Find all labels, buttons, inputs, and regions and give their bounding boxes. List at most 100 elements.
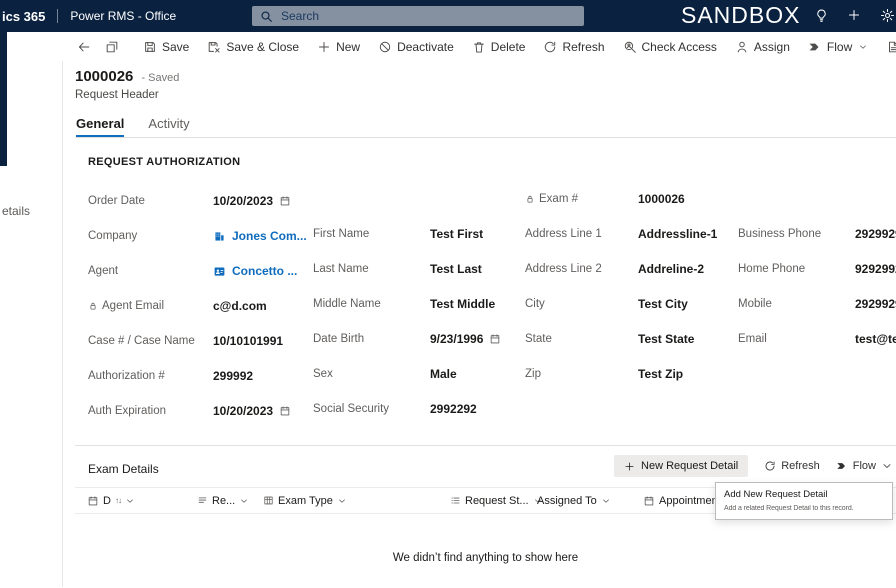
field-label: Company xyxy=(88,229,213,242)
field-value-authorization[interactable]: 299992 xyxy=(213,369,253,383)
field-value-last-name[interactable]: Test Last xyxy=(430,262,482,276)
field-value-first-name[interactable]: Test First xyxy=(430,227,483,241)
command-save-close[interactable]: Save & Close xyxy=(198,32,308,61)
field-city: City Test City xyxy=(525,297,740,332)
calendar-icon[interactable] xyxy=(279,195,291,207)
command-word-templates[interactable]: Word Templates xyxy=(877,32,896,61)
field-value-address-line-2[interactable]: Addreline-2 xyxy=(638,262,704,276)
command-delete[interactable]: Delete xyxy=(463,32,535,61)
field-value-case-case-name[interactable]: 10/10101991 xyxy=(213,334,283,348)
field-value-zip[interactable]: Test Zip xyxy=(638,367,683,381)
field-label: Order Date xyxy=(88,194,213,207)
field-value-text: Test First xyxy=(430,227,484,241)
field-value-address-line-1[interactable]: Addressline-1 xyxy=(638,227,717,241)
form-column-2: First Name Test First Last Name Test Last Mi… xyxy=(313,227,525,437)
check-access-icon xyxy=(623,40,637,54)
field-value-text: 29299299 xyxy=(855,297,896,311)
chevron-down-icon xyxy=(881,460,893,472)
tab-activity-label: Activity xyxy=(148,116,190,131)
calendar-icon xyxy=(643,495,655,507)
nav-collapsed-strip xyxy=(0,32,7,166)
field-value-date-birth[interactable]: 9/23/1996 xyxy=(430,332,501,346)
search-icon xyxy=(260,10,273,23)
textlines-icon xyxy=(197,495,208,506)
record-entity-name: Request Header xyxy=(75,89,159,101)
field-label-text: Order Date xyxy=(88,195,145,207)
command-new[interactable]: New xyxy=(308,32,369,61)
new-request-detail-tooltip: Add New Request Detail Add a related Req… xyxy=(715,482,893,520)
tab-general-label: General xyxy=(76,116,125,131)
app-brand[interactable]: ics 365 xyxy=(0,9,45,24)
contact-icon xyxy=(213,265,226,278)
field-label-text: Case # / Case Name xyxy=(88,335,195,347)
flow-icon xyxy=(836,460,848,472)
plus-icon xyxy=(624,461,635,472)
refresh-icon xyxy=(543,40,557,54)
lightbulb-icon[interactable] xyxy=(814,8,829,23)
chevron-icon xyxy=(601,496,611,506)
record-save-status: - Saved xyxy=(141,72,180,84)
app-area-name[interactable]: Power RMS - Office xyxy=(70,9,176,23)
field-value-agent-email[interactable]: c@d.com xyxy=(213,299,267,313)
field-value-auth-expiration[interactable]: 10/20/2023 xyxy=(213,404,291,418)
tooltip-description: Add a related Request Detail to this rec… xyxy=(724,505,854,512)
subgrid-refresh-button[interactable]: Refresh xyxy=(764,460,820,472)
global-search[interactable] xyxy=(252,6,584,26)
plus-icon xyxy=(317,40,331,54)
column-header-re[interactable]: Re... xyxy=(197,488,249,513)
refresh-icon xyxy=(764,460,776,472)
field-value-state[interactable]: Test State xyxy=(638,332,694,346)
field-label: Business Phone xyxy=(738,227,855,240)
column-header-assigned-to[interactable]: Assigned To xyxy=(537,488,611,513)
tab-general[interactable]: General xyxy=(76,110,125,137)
quick-create-icon[interactable] xyxy=(847,8,861,22)
column-label: Re... xyxy=(212,494,236,507)
new-request-detail-button[interactable]: New Request Detail xyxy=(614,455,749,477)
field-value-mobile[interactable]: 29299299 xyxy=(855,297,896,311)
column-header-request-st[interactable]: Request St... xyxy=(450,488,543,513)
command-check-access[interactable]: Check Access xyxy=(614,32,726,61)
sidebar-item-request-details[interactable]: etails xyxy=(2,204,30,218)
command-label: New xyxy=(336,39,361,54)
field-value-home-phone[interactable]: 92929929 xyxy=(855,262,896,276)
sort-indicator: ↑↓ xyxy=(114,496,122,505)
field-value-email[interactable]: test@test. xyxy=(855,332,896,346)
command-save[interactable]: Save xyxy=(134,32,198,61)
tab-activity[interactable]: Activity xyxy=(148,110,189,137)
back-icon[interactable] xyxy=(70,32,98,61)
calendar-icon[interactable] xyxy=(279,405,291,417)
list-icon xyxy=(450,495,461,506)
field-value-social-security[interactable]: 2992292 xyxy=(430,402,477,416)
field-label-text: Auth Expiration xyxy=(88,405,166,417)
field-value-order-date[interactable]: 10/20/2023 xyxy=(213,194,291,208)
flow-label: Flow xyxy=(852,460,876,472)
field-value-business-phone[interactable]: 29299292 xyxy=(855,227,896,241)
command-label: Save xyxy=(162,39,190,54)
column-header-exam-type[interactable]: Exam Type xyxy=(263,488,347,513)
field-value-middle-name[interactable]: Test Middle xyxy=(430,297,495,311)
subgrid-flow-button[interactable]: Flow xyxy=(836,460,893,472)
field-label-text: Zip xyxy=(525,368,541,380)
field-label: First Name xyxy=(313,227,430,240)
popout-icon[interactable] xyxy=(98,32,126,61)
field-value-city[interactable]: Test City xyxy=(638,297,688,311)
field-value-agent[interactable]: Concetto ... xyxy=(213,264,297,278)
field-value-company[interactable]: Jones Com... xyxy=(213,229,307,243)
field-value-text: Test Middle xyxy=(430,297,496,311)
empty-state-message: We didn’t find anything to show here xyxy=(392,552,579,564)
chevron-icon xyxy=(858,42,868,52)
command-deactivate[interactable]: Deactivate xyxy=(369,32,463,61)
settings-gear-icon[interactable] xyxy=(880,8,895,23)
command-refresh[interactable]: Refresh xyxy=(534,32,613,61)
field-value-text: 299992 xyxy=(213,369,254,383)
column-header-d[interactable]: D ↑↓ xyxy=(87,488,135,513)
calendar-icon[interactable] xyxy=(489,333,501,345)
field-case-case-name: Case # / Case Name 10/10101991 xyxy=(88,334,320,369)
command-flow[interactable]: Flow xyxy=(799,32,877,61)
search-input[interactable] xyxy=(279,8,576,24)
column-label: Assigned To xyxy=(537,494,597,507)
field-value-exam[interactable]: 1000026 xyxy=(638,192,685,206)
field-value-sex[interactable]: Male xyxy=(430,367,457,381)
field-social-security: Social Security 2992292 xyxy=(313,402,525,437)
command-assign[interactable]: Assign xyxy=(726,32,799,61)
